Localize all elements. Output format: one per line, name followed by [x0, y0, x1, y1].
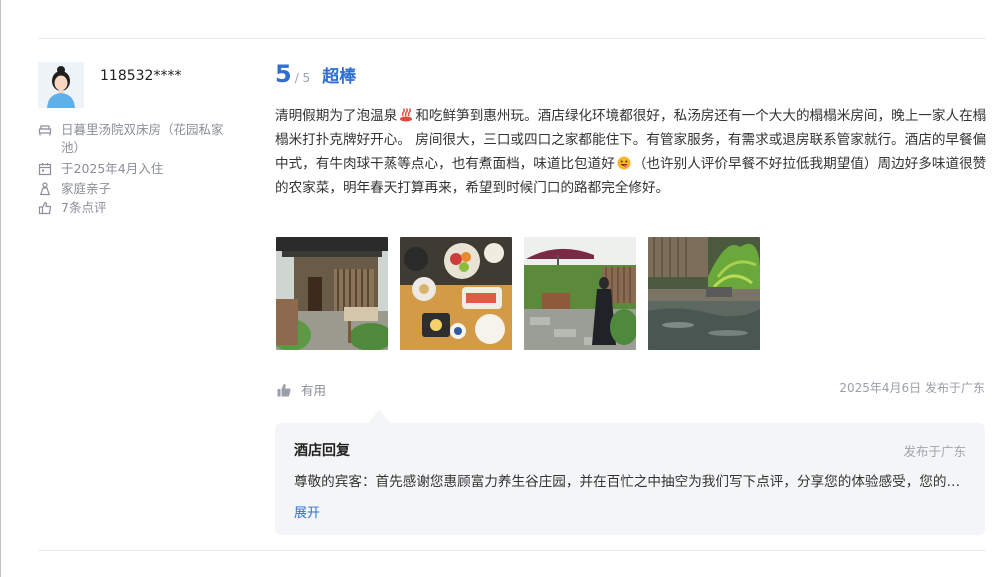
review-photos — [276, 237, 760, 350]
hotel-reply-text: 尊敬的宾客：首先感谢您惠顾富力养生谷庄园，并在百忙之中抽空为我们写下点评，分享您… — [294, 474, 966, 490]
hotel-reply: 酒店回复 发布于广东 尊敬的宾客：首先感谢您惠顾富力养生谷庄园，并在百忙之中抽空… — [275, 423, 985, 535]
review-count-row: 7条点评 — [38, 199, 241, 217]
calendar-icon — [38, 163, 52, 176]
thumbs-up-icon — [277, 383, 291, 396]
room-type-row: 日暮里汤院双床房（花园私家池） — [38, 121, 241, 157]
rating: 5 / 5 超棒 — [275, 60, 356, 88]
review-photo-breakfast[interactable] — [400, 237, 512, 350]
rating-score: 5 — [275, 60, 292, 88]
review-text-part1: 清明假期为了泡温泉 — [275, 108, 398, 124]
review-text: 清明假期为了泡温泉 和吃鲜笋到惠州玩。酒店绿化环境都很好，私汤房还有一个大大的榻… — [275, 104, 987, 200]
expand-reply-link[interactable]: 展开 — [294, 502, 320, 521]
rating-grade: 超棒 — [322, 67, 357, 87]
hotel-reply-location: 发布于广东 — [903, 444, 966, 459]
trip-type-row: 家庭亲子 — [38, 180, 241, 198]
helpful-label: 有用 — [301, 383, 327, 398]
family-icon — [40, 182, 50, 196]
trip-type-text: 家庭亲子 — [61, 181, 112, 196]
stay-date-row: 于2025年4月入住 — [38, 160, 241, 178]
username: 118532**** — [100, 68, 182, 84]
bed-icon — [38, 125, 52, 136]
rating-max: / 5 — [294, 71, 311, 85]
reply-pointer — [368, 410, 390, 423]
review-photo-courtyard[interactable] — [276, 237, 388, 350]
review-photo-garden[interactable] — [524, 237, 636, 350]
posted-date: 2025年4月6日 发布于广东 — [839, 381, 985, 395]
window-edge — [0, 0, 1, 577]
review-photo-private-pool[interactable] — [648, 237, 760, 350]
room-type-text: 日暮里汤院双床房（花园私家池） — [61, 122, 224, 155]
helpful-button[interactable]: 有用 — [277, 380, 326, 399]
hot-springs-emoji-icon — [400, 108, 413, 122]
yum-emoji-icon — [617, 156, 631, 170]
review-count-text: 7条点评 — [61, 200, 107, 215]
thumbs-up-icon — [38, 201, 52, 215]
stay-date-text: 于2025年4月入住 — [61, 161, 164, 176]
top-divider — [38, 38, 986, 39]
bottom-divider — [38, 550, 986, 551]
hotel-reply-title: 酒店回复 — [294, 443, 350, 459]
avatar — [38, 62, 84, 108]
